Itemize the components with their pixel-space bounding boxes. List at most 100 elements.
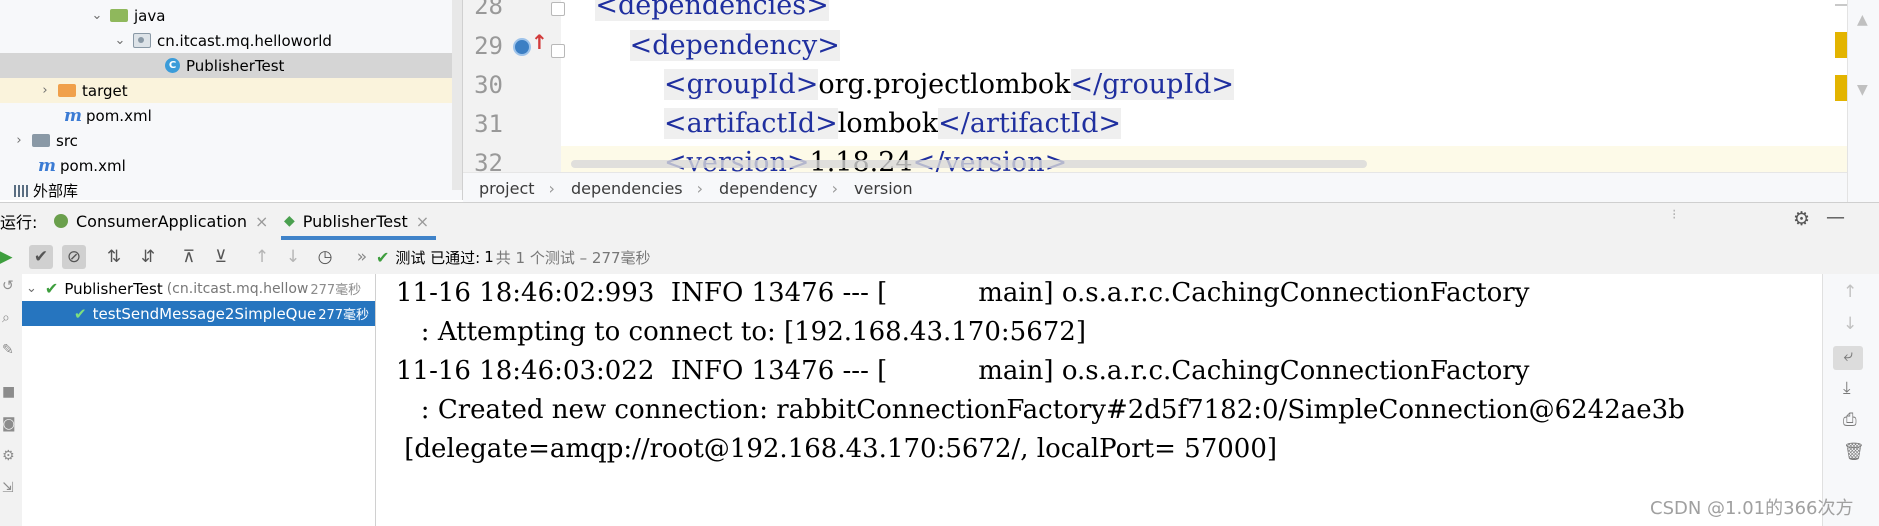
more-tabs-icon[interactable]: ⁝ <box>1672 207 1676 223</box>
warning-marker[interactable] <box>1835 32 1847 58</box>
next-failed-icon[interactable]: ↓ <box>281 245 305 269</box>
run-left-strip: ↺ ⌕ ✎ ■ ◙ ⚙ ⇲ <box>0 274 23 526</box>
test-case-row[interactable]: ✔ testSendMessage2SimpleQue 277毫秒 <box>22 301 375 326</box>
scroll-up-arrow-icon[interactable]: ▲ <box>1857 12 1868 28</box>
warning-marker[interactable] <box>1835 75 1847 101</box>
override-marker-icon[interactable] <box>513 38 531 56</box>
test-history-icon[interactable]: ◷ <box>313 245 337 269</box>
error-stripe-mark <box>1835 4 1847 6</box>
test-passed-icon: ✔ <box>74 304 87 323</box>
code-editor[interactable]: 28 29 30 31 32 ↑ <dependencies> <depende… <box>463 0 1847 172</box>
code-line-29: <dependency> <box>561 30 840 61</box>
more-actions-icon[interactable]: » <box>350 245 374 269</box>
tree-item-external-libraries[interactable]: 外部库 <box>0 178 462 200</box>
test-passed-icon: ✔ <box>44 279 59 298</box>
breadcrumb: project › dependencies › dependency › ve… <box>463 172 1847 203</box>
test-runner-toolbar: ▶ ✔ ⊘ ⇅ ⇵ ⊼ ⊻ ↑ ↓ ◷ » ✔ 测试 已通过: 1 共 1 个测… <box>0 240 1879 275</box>
camera-icon[interactable]: ◙ <box>2 416 16 432</box>
wrench-icon[interactable]: ✎ <box>2 342 14 358</box>
xml-tag: <groupId> <box>664 69 819 100</box>
sort-by-duration-icon[interactable]: ⇵ <box>136 245 160 269</box>
breadcrumb-item[interactable]: dependencies <box>571 179 683 198</box>
line-number: 29 <box>474 32 503 60</box>
show-passed-toggle-icon[interactable]: ✔ <box>29 245 53 269</box>
breadcrumb-item[interactable]: version <box>854 179 913 198</box>
previous-failed-icon[interactable]: ↑ <box>250 245 274 269</box>
chevron-right-icon[interactable]: › <box>12 133 26 148</box>
line-number: 31 <box>474 110 503 138</box>
chevron-right-icon[interactable]: › <box>38 83 52 98</box>
go-to-parent-arrow-icon[interactable]: ↑ <box>531 30 548 54</box>
soft-wrap-icon[interactable]: ⤶ <box>1833 346 1863 370</box>
scroll-down-arrow-icon[interactable]: ▼ <box>1857 82 1868 98</box>
maven-icon: m <box>38 155 56 176</box>
watermark: CSDN @1.01的366次方 <box>1650 498 1854 519</box>
tree-item-src[interactable]: › src <box>0 128 462 153</box>
chevron-down-icon[interactable]: ⌄ <box>90 8 104 23</box>
tree-item-java[interactable]: ⌄ java <box>0 3 462 28</box>
show-ignored-toggle-icon[interactable]: ⊘ <box>62 245 86 269</box>
up-arrow-icon[interactable]: ↑ <box>1843 282 1857 302</box>
breadcrumb-item[interactable]: project <box>479 179 535 198</box>
stop-icon[interactable]: ■ <box>2 384 15 400</box>
close-icon[interactable]: × <box>416 212 429 231</box>
tree-item-target[interactable]: › target <box>0 78 462 103</box>
editor-gutter: 28 29 30 31 32 ↑ <box>463 0 565 172</box>
junit-icon: ◆ <box>284 213 295 229</box>
line-number: 32 <box>474 149 503 172</box>
tab-publisher-test[interactable]: ◆ PublisherTest × <box>284 203 429 239</box>
folder-gray-icon <box>32 134 50 147</box>
console-line: 11-16 18:46:02:993 INFO 13476 --- [ main… <box>396 278 1530 308</box>
rerun-icon[interactable]: ▶ <box>0 245 18 269</box>
settings-icon[interactable]: ⚙ <box>2 448 15 464</box>
spring-boot-icon <box>54 214 68 228</box>
code-line-31: <artifactId>lombok</artifactId> <box>664 108 1121 139</box>
tree-item-pom-root[interactable]: m pom.xml <box>0 153 462 178</box>
check-icon: ✔ <box>376 247 390 267</box>
xml-tag: <dependencies> <box>595 0 829 21</box>
tree-item-package[interactable]: ⌄ cn.itcast.mq.helloworld <box>0 28 462 53</box>
collapse-all-icon[interactable]: ⊻ <box>209 245 233 269</box>
chevron-down-icon[interactable]: ⌄ <box>26 281 37 296</box>
print-icon[interactable]: ⎙ <box>1843 410 1857 430</box>
minimize-icon[interactable]: — <box>1826 206 1845 228</box>
class-icon: C <box>165 58 180 73</box>
breadcrumb-item[interactable]: dependency <box>719 179 818 198</box>
trash-icon[interactable]: 🗑 <box>1843 442 1865 462</box>
gear-icon[interactable]: ⚙ <box>1793 208 1810 230</box>
chevron-down-icon[interactable]: ⌄ <box>113 33 127 48</box>
close-icon[interactable]: × <box>255 212 268 231</box>
editor-right-strip: ▲ ▼ <box>1847 0 1879 202</box>
console-line: [delegate=amqp://root@192.168.43.170:567… <box>396 434 1278 464</box>
chevron-right-icon: › <box>548 178 555 198</box>
tree-item-pom-inner[interactable]: m pom.xml <box>0 103 462 128</box>
test-results-tree: ⌄ ✔ PublisherTest (cn.itcast.mq.hellow 2… <box>22 274 376 526</box>
chevron-right-icon: › <box>831 178 838 198</box>
maven-icon: m <box>64 105 82 126</box>
sort-alphabetically-icon[interactable]: ⇅ <box>102 245 126 269</box>
restore-icon[interactable]: ↺ <box>2 278 14 294</box>
expand-all-icon[interactable]: ⊼ <box>177 245 201 269</box>
folder-orange-icon <box>58 84 76 97</box>
tree-scrollbar[interactable] <box>452 0 462 190</box>
tree-item-publishertest[interactable]: C PublisherTest <box>0 53 462 78</box>
console-output[interactable]: 11-16 18:46:02:993 INFO 13476 --- [ main… <box>376 274 1822 526</box>
run-panel-label: 运行: <box>0 213 38 232</box>
horizontal-scrollbar[interactable] <box>571 160 1367 168</box>
library-icon <box>14 184 28 197</box>
line-number: 28 <box>474 0 503 20</box>
xml-tag: </groupId> <box>1070 69 1234 100</box>
xml-tag: </artifactId> <box>938 108 1121 139</box>
console-line: : Created new connection: rabbitConnecti… <box>396 395 1685 425</box>
import-icon[interactable]: ⇲ <box>2 480 14 496</box>
line-number: 30 <box>474 71 503 99</box>
test-suite-row[interactable]: ⌄ ✔ PublisherTest (cn.itcast.mq.hellow 2… <box>22 276 375 301</box>
debug-icon[interactable]: ⌕ <box>2 310 10 326</box>
test-status: ✔ 测试 已通过: 1 共 1 个测试 – 277毫秒 <box>376 247 651 267</box>
scroll-to-end-icon[interactable]: ⤓ <box>1843 378 1851 398</box>
tab-consumer-application[interactable]: ConsumerApplication × <box>54 203 268 239</box>
xml-tag: <artifactId> <box>664 108 838 139</box>
run-tab-bar: 运行: ConsumerApplication × ◆ PublisherTes… <box>0 202 1879 242</box>
console-line: 11-16 18:46:03:022 INFO 13476 --- [ main… <box>396 356 1530 386</box>
down-arrow-icon[interactable]: ↓ <box>1843 314 1857 334</box>
